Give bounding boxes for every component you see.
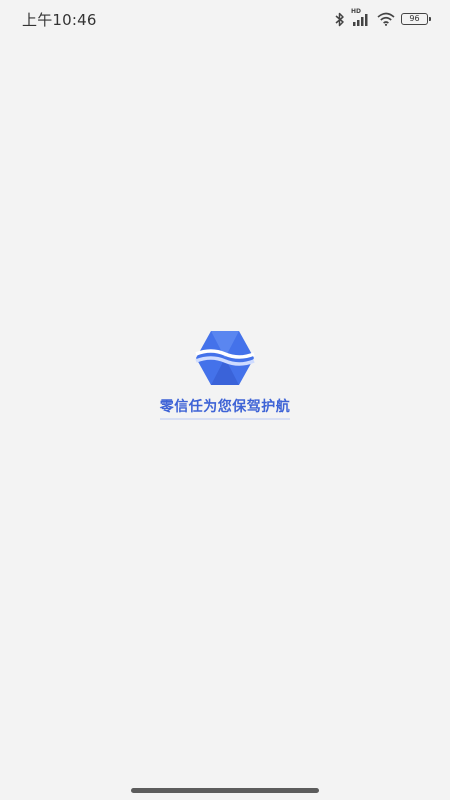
- bluetooth-icon: [335, 12, 345, 27]
- app-logo-icon: [195, 331, 255, 385]
- status-bar: 上午10:46 HD 96: [0, 0, 450, 38]
- battery-level: 96: [409, 14, 420, 23]
- battery-icon: 96: [401, 13, 431, 25]
- home-indicator[interactable]: [131, 788, 319, 793]
- status-time: 上午10:46: [22, 10, 97, 29]
- splash-screen: 零信任为您保驾护航: [0, 330, 450, 420]
- slogan-text: 零信任为您保驾护航: [159, 396, 291, 420]
- cellular-signal-icon: HD: [351, 9, 371, 27]
- status-icons: HD 96: [335, 9, 431, 27]
- wifi-icon: [377, 12, 395, 26]
